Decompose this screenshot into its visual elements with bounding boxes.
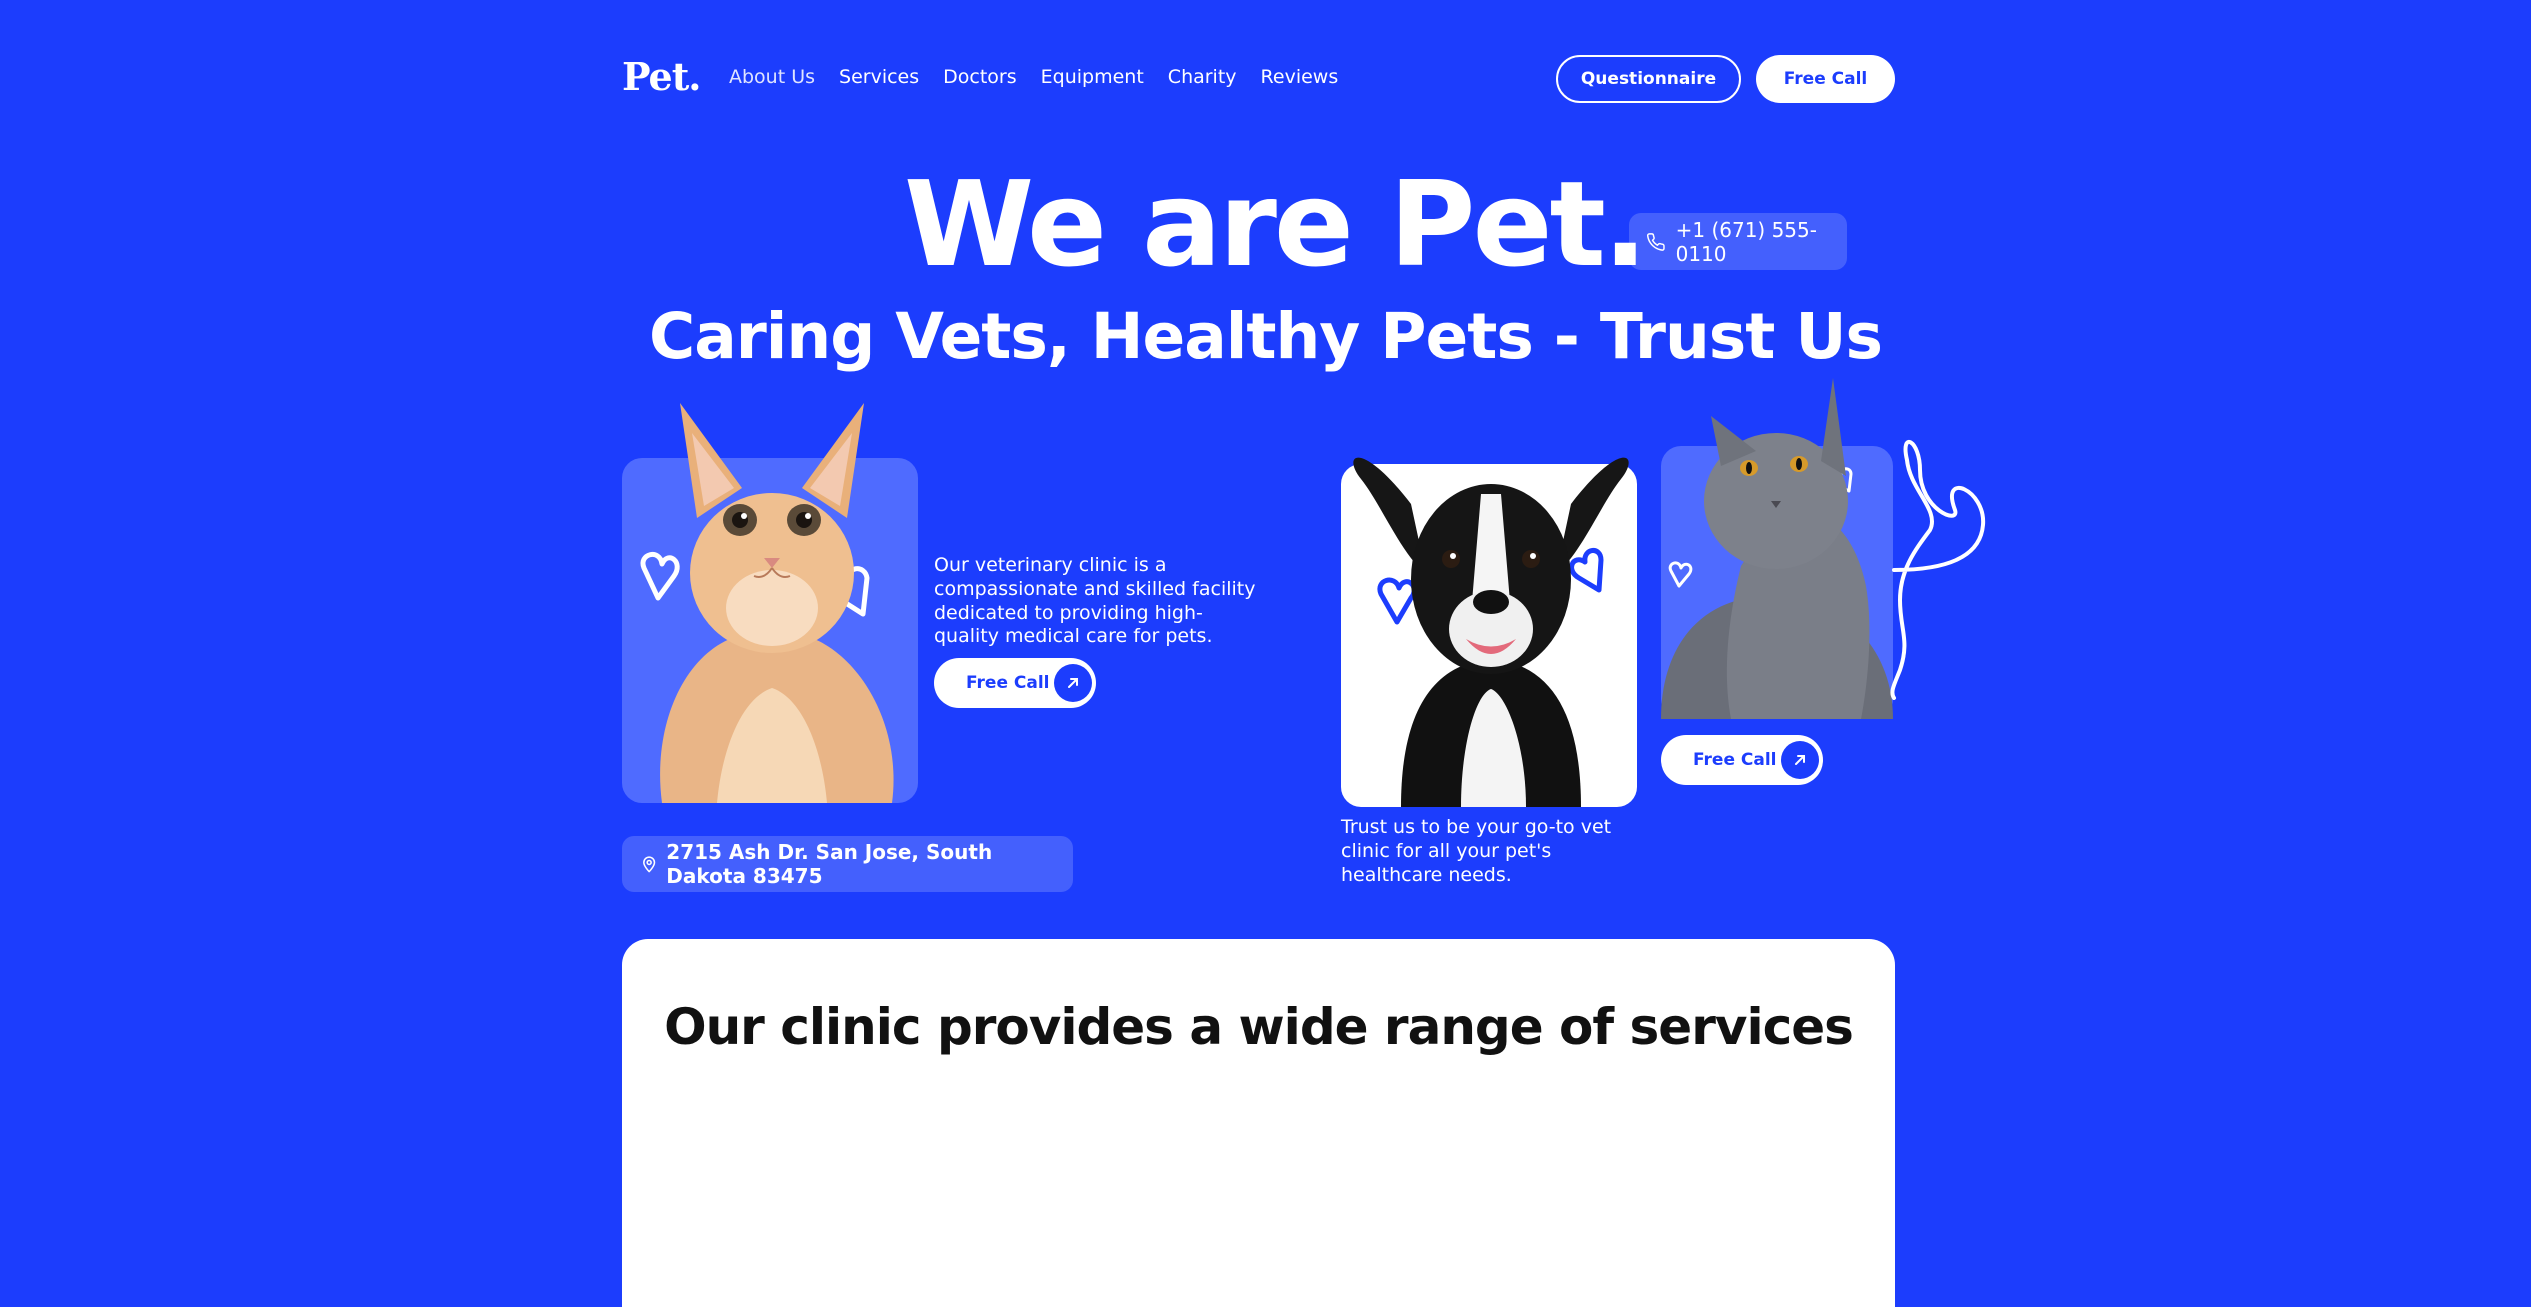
heart-icon	[640, 552, 680, 601]
grey-cat-card	[1661, 378, 1893, 719]
free-call-button-secondary[interactable]: Free Call	[1661, 735, 1823, 785]
heart-icon	[1668, 561, 1693, 588]
location-pin-icon	[643, 856, 656, 873]
header-free-call-button[interactable]: Free Call	[1756, 55, 1895, 103]
nav-charity[interactable]: Charity	[1168, 66, 1237, 88]
free-call-label: Free Call	[966, 673, 1050, 693]
arrow-up-right-icon	[1054, 664, 1092, 702]
services-panel: Our clinic provides a wide range of serv…	[622, 939, 1895, 1307]
phone-icon	[1646, 232, 1665, 251]
phone-number: +1 (671) 555-0110	[1675, 217, 1817, 266]
main-nav: About Us Services Doctors Equipment Char…	[729, 66, 1338, 88]
heart-icon	[1377, 577, 1417, 625]
nav-doctors[interactable]: Doctors	[943, 66, 1017, 88]
heart-icon	[1569, 548, 1604, 593]
hero-title: We are Pet.	[904, 155, 1648, 293]
clinic-description: Our veterinary clinic is a compassionate…	[934, 554, 1256, 648]
trust-description: Trust us to be your go-to vet clinic for…	[1341, 816, 1612, 887]
questionnaire-button[interactable]: Questionnaire	[1556, 55, 1741, 103]
address-pill[interactable]: 2715 Ash Dr. San Jose, South Dakota 8347…	[622, 836, 1073, 892]
kitten-card	[622, 403, 918, 803]
dog-card	[1341, 457, 1637, 807]
arrow-up-right-icon	[1781, 741, 1819, 779]
free-call-label: Free Call	[1693, 750, 1777, 770]
nav-reviews[interactable]: Reviews	[1261, 66, 1339, 88]
hero-subtitle: Caring Vets, Healthy Pets - Trust Us	[648, 300, 1883, 373]
free-call-button[interactable]: Free Call	[934, 658, 1096, 708]
address-text: 2715 Ash Dr. San Jose, South Dakota 8347…	[666, 840, 993, 888]
dog-illustration	[1353, 457, 1629, 807]
decorative-squiggle	[1890, 439, 1986, 700]
kitten-illustration	[640, 403, 894, 803]
grey-cat-illustration	[1661, 378, 1893, 719]
services-title: Our clinic provides a wide range of serv…	[664, 998, 1854, 1056]
logo[interactable]: Pet.	[622, 54, 702, 99]
nav-services[interactable]: Services	[839, 66, 919, 88]
nav-about-us[interactable]: About Us	[729, 66, 815, 88]
nav-equipment[interactable]: Equipment	[1041, 66, 1144, 88]
phone-pill[interactable]: +1 (671) 555-0110	[1629, 213, 1847, 270]
